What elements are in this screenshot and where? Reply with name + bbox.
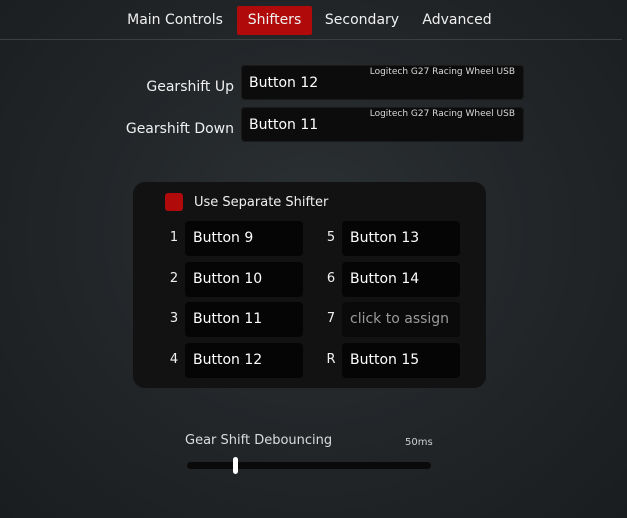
gear-binding-value: Button 11	[193, 311, 263, 327]
debounce-slider-track[interactable]	[187, 462, 431, 469]
gear-number-1: 1	[169, 230, 179, 245]
binding-value: Button 11	[249, 117, 319, 133]
gear-5-field[interactable]: Button 13	[342, 221, 460, 256]
device-name: Logitech G27 Racing Wheel USB	[369, 109, 515, 119]
tab-advanced[interactable]: Advanced	[417, 6, 497, 35]
gear-number-r: R	[326, 352, 336, 367]
gear-7-field[interactable]: click to assign	[342, 302, 460, 337]
gear-binding-value: Button 14	[350, 271, 420, 287]
tab-shifters[interactable]: Shifters	[237, 6, 312, 35]
use-separate-shifter-checkbox[interactable]	[165, 193, 183, 211]
gearshift-down-field[interactable]: Logitech G27 Racing Wheel USB Button 11	[241, 107, 524, 142]
debounce-value: 50ms	[405, 437, 433, 448]
tab-bar: Main Controls Shifters Secondary Advance…	[0, 0, 627, 39]
gear-binding-placeholder: click to assign	[350, 311, 450, 327]
binding-value: Button 12	[249, 75, 319, 91]
gear-number-7: 7	[326, 311, 336, 326]
gear-number-5: 5	[326, 230, 336, 245]
gear-r-field[interactable]: Button 15	[342, 343, 460, 378]
gear-2-field[interactable]: Button 10	[185, 262, 303, 297]
tab-secondary[interactable]: Secondary	[321, 6, 403, 35]
gear-binding-value: Button 12	[193, 352, 263, 368]
gear-4-field[interactable]: Button 12	[185, 343, 303, 378]
debounce-slider-thumb[interactable]	[233, 457, 239, 474]
gear-binding-value: Button 9	[193, 230, 254, 246]
gear-number-4: 4	[169, 352, 179, 367]
gear-6-field[interactable]: Button 14	[342, 262, 460, 297]
gear-number-2: 2	[169, 271, 179, 286]
gear-binding-value: Button 13	[350, 230, 420, 246]
tab-main-controls[interactable]: Main Controls	[122, 6, 228, 35]
gear-3-field[interactable]: Button 11	[185, 302, 303, 337]
tab-divider	[0, 39, 622, 40]
gearshift-up-field[interactable]: Logitech G27 Racing Wheel USB Button 12	[241, 65, 524, 100]
gear-1-field[interactable]: Button 9	[185, 221, 303, 256]
gear-binding-value: Button 15	[350, 352, 420, 368]
gear-number-3: 3	[169, 311, 179, 326]
gear-binding-value: Button 10	[193, 271, 263, 287]
device-name: Logitech G27 Racing Wheel USB	[369, 67, 515, 77]
gear-shift-debouncing-label: Gear Shift Debouncing	[185, 433, 333, 448]
gearshift-up-label: Gearshift Up	[146, 79, 234, 95]
gear-number-6: 6	[326, 271, 336, 286]
use-separate-shifter-label: Use Separate Shifter	[194, 195, 329, 210]
gearshift-down-label: Gearshift Down	[125, 121, 234, 137]
